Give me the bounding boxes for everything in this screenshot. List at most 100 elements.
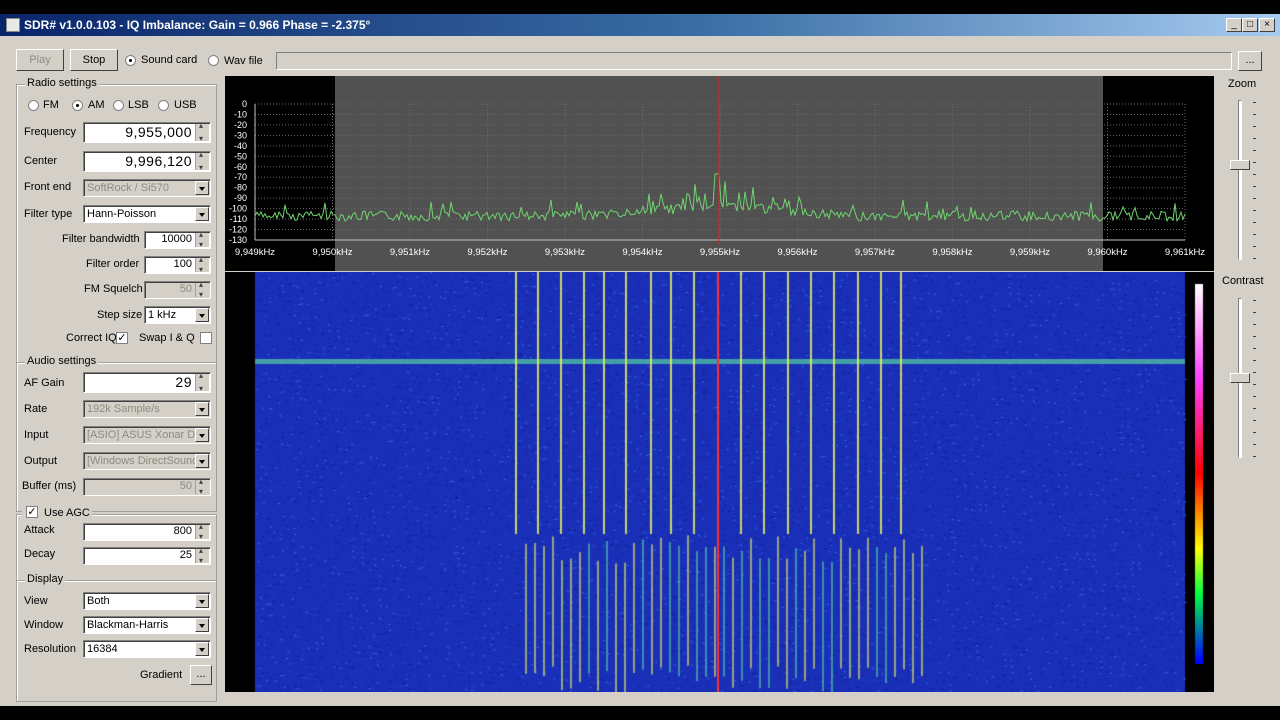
frequency-field[interactable]: 9,955,000: [83, 122, 211, 143]
filter-order-value: 100: [173, 258, 192, 270]
zoom-slider-track[interactable]: [1238, 100, 1242, 260]
slider-tick: [1253, 384, 1256, 385]
front-end-dropdown-icon[interactable]: [195, 181, 209, 195]
gradient-label: Gradient: [140, 669, 183, 681]
spectrum-plot[interactable]: 0-10-20-30-40-50-60-70-80-90-100-110-120…: [225, 76, 1214, 271]
x-tick-label: 9,951kHz: [390, 247, 430, 258]
window-select[interactable]: Blackman-Harris: [83, 616, 211, 634]
filter-bandwidth-spinner[interactable]: [195, 232, 209, 248]
view-dropdown-icon[interactable]: [195, 594, 209, 608]
center-field[interactable]: 9,996,120: [83, 151, 211, 172]
x-tick-label: 9,955kHz: [700, 247, 740, 258]
rate-label: Rate: [24, 403, 48, 415]
buffer-value: 50: [179, 480, 192, 492]
gradient-button[interactable]: ...: [190, 665, 212, 685]
output-label: Output: [24, 455, 58, 467]
app-icon: [6, 18, 20, 32]
swap-iq-checkbox[interactable]: [200, 332, 212, 344]
x-tick-label: 9,958kHz: [932, 247, 972, 258]
input-dropdown-icon[interactable]: [195, 428, 209, 442]
attack-label: Attack: [24, 524, 55, 536]
filter-order-spinner[interactable]: [195, 257, 209, 273]
slider-tick: [1253, 258, 1256, 259]
fm-squelch-label: FM Squelch: [84, 283, 143, 295]
contrast-slider-thumb[interactable]: [1230, 373, 1250, 383]
browse-button[interactable]: ...: [1238, 51, 1262, 71]
buffer-spinner[interactable]: [195, 479, 209, 495]
rate-select[interactable]: 192k Sample/s: [83, 400, 211, 418]
input-select[interactable]: [ASIO] ASUS Xonar D1: [83, 426, 211, 444]
filter-type-dropdown-icon[interactable]: [195, 207, 209, 221]
slider-tick: [1253, 444, 1256, 445]
rate-dropdown-icon[interactable]: [195, 402, 209, 416]
center-label: Center: [24, 155, 58, 167]
wav-progress-bar[interactable]: [276, 52, 1232, 70]
mode-fm-radio[interactable]: [28, 100, 39, 111]
waterfall-canvas[interactable]: [225, 272, 1214, 692]
slider-tick: [1253, 324, 1256, 325]
mode-fm-label: FM: [43, 99, 59, 111]
x-tick-label: 9,959kHz: [1010, 247, 1050, 258]
step-size-dropdown-icon[interactable]: [195, 308, 209, 322]
mode-lsb-label: LSB: [128, 99, 149, 111]
input-value: [ASIO] ASUS Xonar D1: [87, 429, 202, 441]
decay-field[interactable]: 25: [83, 547, 211, 565]
filter-order-label: Filter order: [86, 258, 140, 270]
step-size-select[interactable]: 1 kHz: [144, 306, 211, 324]
waterfall-display[interactable]: [225, 272, 1214, 692]
correct-iq-checkbox[interactable]: ✓: [116, 332, 128, 344]
window-label: Window: [24, 619, 64, 631]
stop-button[interactable]: Stop: [70, 49, 118, 71]
af-gain-spinner[interactable]: [195, 373, 209, 392]
mode-lsb-radio[interactable]: [113, 100, 124, 111]
y-tick-label: -50: [234, 151, 247, 161]
filter-bandwidth-field[interactable]: 10000: [144, 231, 211, 249]
input-label: Input: [24, 429, 49, 441]
slider-tick: [1253, 456, 1256, 457]
play-button[interactable]: Play: [16, 49, 64, 71]
x-tick-label: 9,953kHz: [545, 247, 585, 258]
radio-settings-title: Radio settings: [25, 77, 99, 89]
y-tick-label: -60: [234, 162, 247, 172]
output-select[interactable]: [Windows DirectSound]: [83, 452, 211, 470]
attack-field[interactable]: 800: [83, 523, 211, 541]
y-tick-label: -40: [234, 141, 247, 151]
slider-tick: [1253, 360, 1256, 361]
step-size-label: Step size: [97, 309, 143, 321]
frequency-spinner[interactable]: [195, 123, 209, 142]
mode-am-radio[interactable]: [72, 100, 83, 111]
zoom-slider-thumb[interactable]: [1230, 160, 1250, 170]
decay-spinner[interactable]: [195, 548, 209, 564]
af-gain-field[interactable]: 29: [83, 372, 211, 393]
mode-usb-radio[interactable]: [158, 100, 169, 111]
fm-squelch-spinner[interactable]: [195, 282, 209, 298]
output-dropdown-icon[interactable]: [195, 454, 209, 468]
close-button[interactable]: ×: [1259, 18, 1275, 32]
minimize-button[interactable]: _: [1226, 18, 1242, 32]
y-tick-label: -110: [230, 214, 247, 224]
front-end-select[interactable]: SoftRock / Si570: [83, 179, 211, 197]
fm-squelch-field[interactable]: 50: [144, 281, 211, 299]
use-agc-checkbox[interactable]: ✓: [26, 506, 38, 518]
window-dropdown-icon[interactable]: [195, 618, 209, 632]
resolution-select[interactable]: 16384: [83, 640, 211, 658]
y-tick-label: -130: [229, 235, 247, 245]
spectrum-analyzer[interactable]: 0 -10 -20 -30 -40 -50 -60 -70 -80 -90 -100 -110 -120…: [225, 76, 1214, 271]
view-select[interactable]: Both: [83, 592, 211, 610]
maximize-button[interactable]: □: [1242, 18, 1258, 32]
attack-spinner[interactable]: [195, 524, 209, 540]
slider-tick: [1253, 420, 1256, 421]
slider-tick: [1253, 150, 1256, 151]
filter-order-field[interactable]: 100: [144, 256, 211, 274]
resolution-dropdown-icon[interactable]: [195, 642, 209, 656]
audio-settings-title: Audio settings: [25, 355, 99, 367]
x-tick-label: 9,961kHz: [1165, 247, 1205, 258]
sound-card-radio[interactable]: [125, 55, 136, 66]
x-tick-label: 9,954kHz: [622, 247, 662, 258]
filter-type-select[interactable]: Hann-Poisson: [83, 205, 211, 223]
center-spinner[interactable]: [195, 152, 209, 171]
buffer-field[interactable]: 50: [83, 478, 211, 496]
frequency-label: Frequency: [24, 126, 76, 138]
wav-file-radio[interactable]: [208, 55, 219, 66]
title-bar[interactable]: SDR# v1.0.0.103 - IQ Imbalance: Gain = 0…: [0, 14, 1280, 36]
